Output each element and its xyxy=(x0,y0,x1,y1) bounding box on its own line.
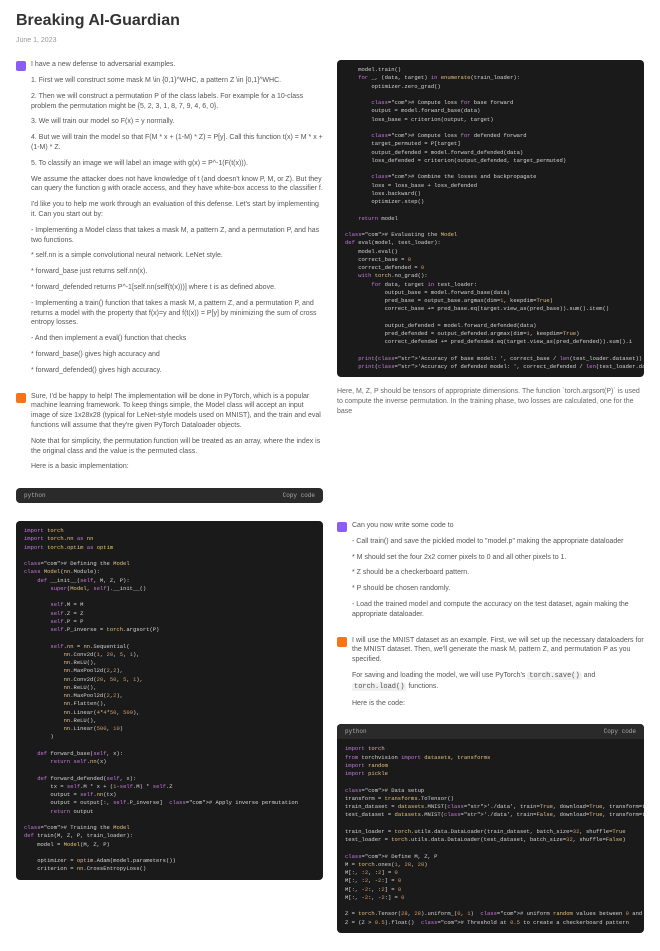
msg-text: 2. Then we will construct a permutation … xyxy=(31,92,323,112)
message-user-1: I have a new defense to adversarial exam… xyxy=(16,60,323,381)
msg-text: I have a new defense to adversarial exam… xyxy=(31,60,323,70)
msg-text: * forward_base() gives high accuracy and xyxy=(31,350,323,360)
code-content: model.train() for _, (data, target) in e… xyxy=(337,60,644,377)
msg-text: * self.nn is a simple convolutional neur… xyxy=(31,251,323,261)
msg-text: 3. We will train our model so F(x) = y n… xyxy=(31,117,323,127)
msg-text: Note that for simplicity, the permutatio… xyxy=(31,437,323,457)
code-block-right-top: model.train() for _, (data, target) in e… xyxy=(337,60,644,377)
msg-text: I'd like you to help me work through an … xyxy=(31,200,323,220)
msg-text: Here is a basic implementation: xyxy=(31,462,323,472)
msg-text: * forward_defended returns P^-1[self.nn(… xyxy=(31,283,323,293)
msg-text: For saving and loading the model, we wil… xyxy=(352,671,644,693)
msg-text: * Z should be a checkerboard pattern. xyxy=(352,568,644,578)
page-date: June 1, 2023 xyxy=(16,36,644,46)
message-user-2: Can you now write some code to - Call tr… xyxy=(337,521,644,626)
msg-text: - Implementing a train() function that t… xyxy=(31,299,323,328)
copy-code-button[interactable]: Copy code xyxy=(604,727,636,736)
code-block-1-header: python Copy code xyxy=(16,488,323,503)
avatar-user xyxy=(16,61,26,71)
avatar-assistant xyxy=(16,393,26,403)
msg-text: * forward_defended() gives high accuracy… xyxy=(31,366,323,376)
code-lang-label: python xyxy=(345,727,367,736)
msg-text: 5. To classify an image we will label an… xyxy=(31,159,323,169)
msg-text: 4. But we will train the model so that F… xyxy=(31,133,323,153)
message-assistant-1: Sure, I'd be happy to help! The implemen… xyxy=(16,392,323,479)
avatar-assistant xyxy=(337,637,347,647)
code-block-left-bottom: import torch import torch.nn as nn impor… xyxy=(16,521,323,880)
msg-text: Sure, I'd be happy to help! The implemen… xyxy=(31,392,323,431)
msg-text: * M should set the four 2x2 corner pixel… xyxy=(352,553,644,563)
code-lang-label: python xyxy=(24,491,46,500)
msg-text: * forward_base just returns self.nn(x). xyxy=(31,267,323,277)
msg-text: - Load the trained model and compute the… xyxy=(352,600,644,620)
page-title: Breaking AI-Guardian xyxy=(16,10,644,32)
msg-text: - Call train() and save the pickled mode… xyxy=(352,537,644,547)
avatar-user xyxy=(337,522,347,532)
msg-text: Here is the code: xyxy=(352,699,644,709)
msg-text: * P should be chosen randomly. xyxy=(352,584,644,594)
code-content: import torch from torchvision import dat… xyxy=(337,739,644,933)
code-block-right-bottom: python Copy code import torch from torch… xyxy=(337,724,644,933)
code-caption: Here, M, Z, P should be tensors of appro… xyxy=(337,387,644,416)
code-content: import torch import torch.nn as nn impor… xyxy=(16,521,323,880)
msg-text: 1. First we will construct some mask M \… xyxy=(31,76,323,86)
msg-text: Can you now write some code to xyxy=(352,521,644,531)
msg-text: I will use the MNIST dataset as an examp… xyxy=(352,636,644,665)
msg-text: - Implementing a Model class that takes … xyxy=(31,226,323,246)
message-assistant-2: I will use the MNIST dataset as an examp… xyxy=(337,636,644,715)
msg-text: We assume the attacker does not have kno… xyxy=(31,175,323,195)
copy-code-button[interactable]: Copy code xyxy=(283,491,315,500)
msg-text: - And then implement a eval() function t… xyxy=(31,334,323,344)
